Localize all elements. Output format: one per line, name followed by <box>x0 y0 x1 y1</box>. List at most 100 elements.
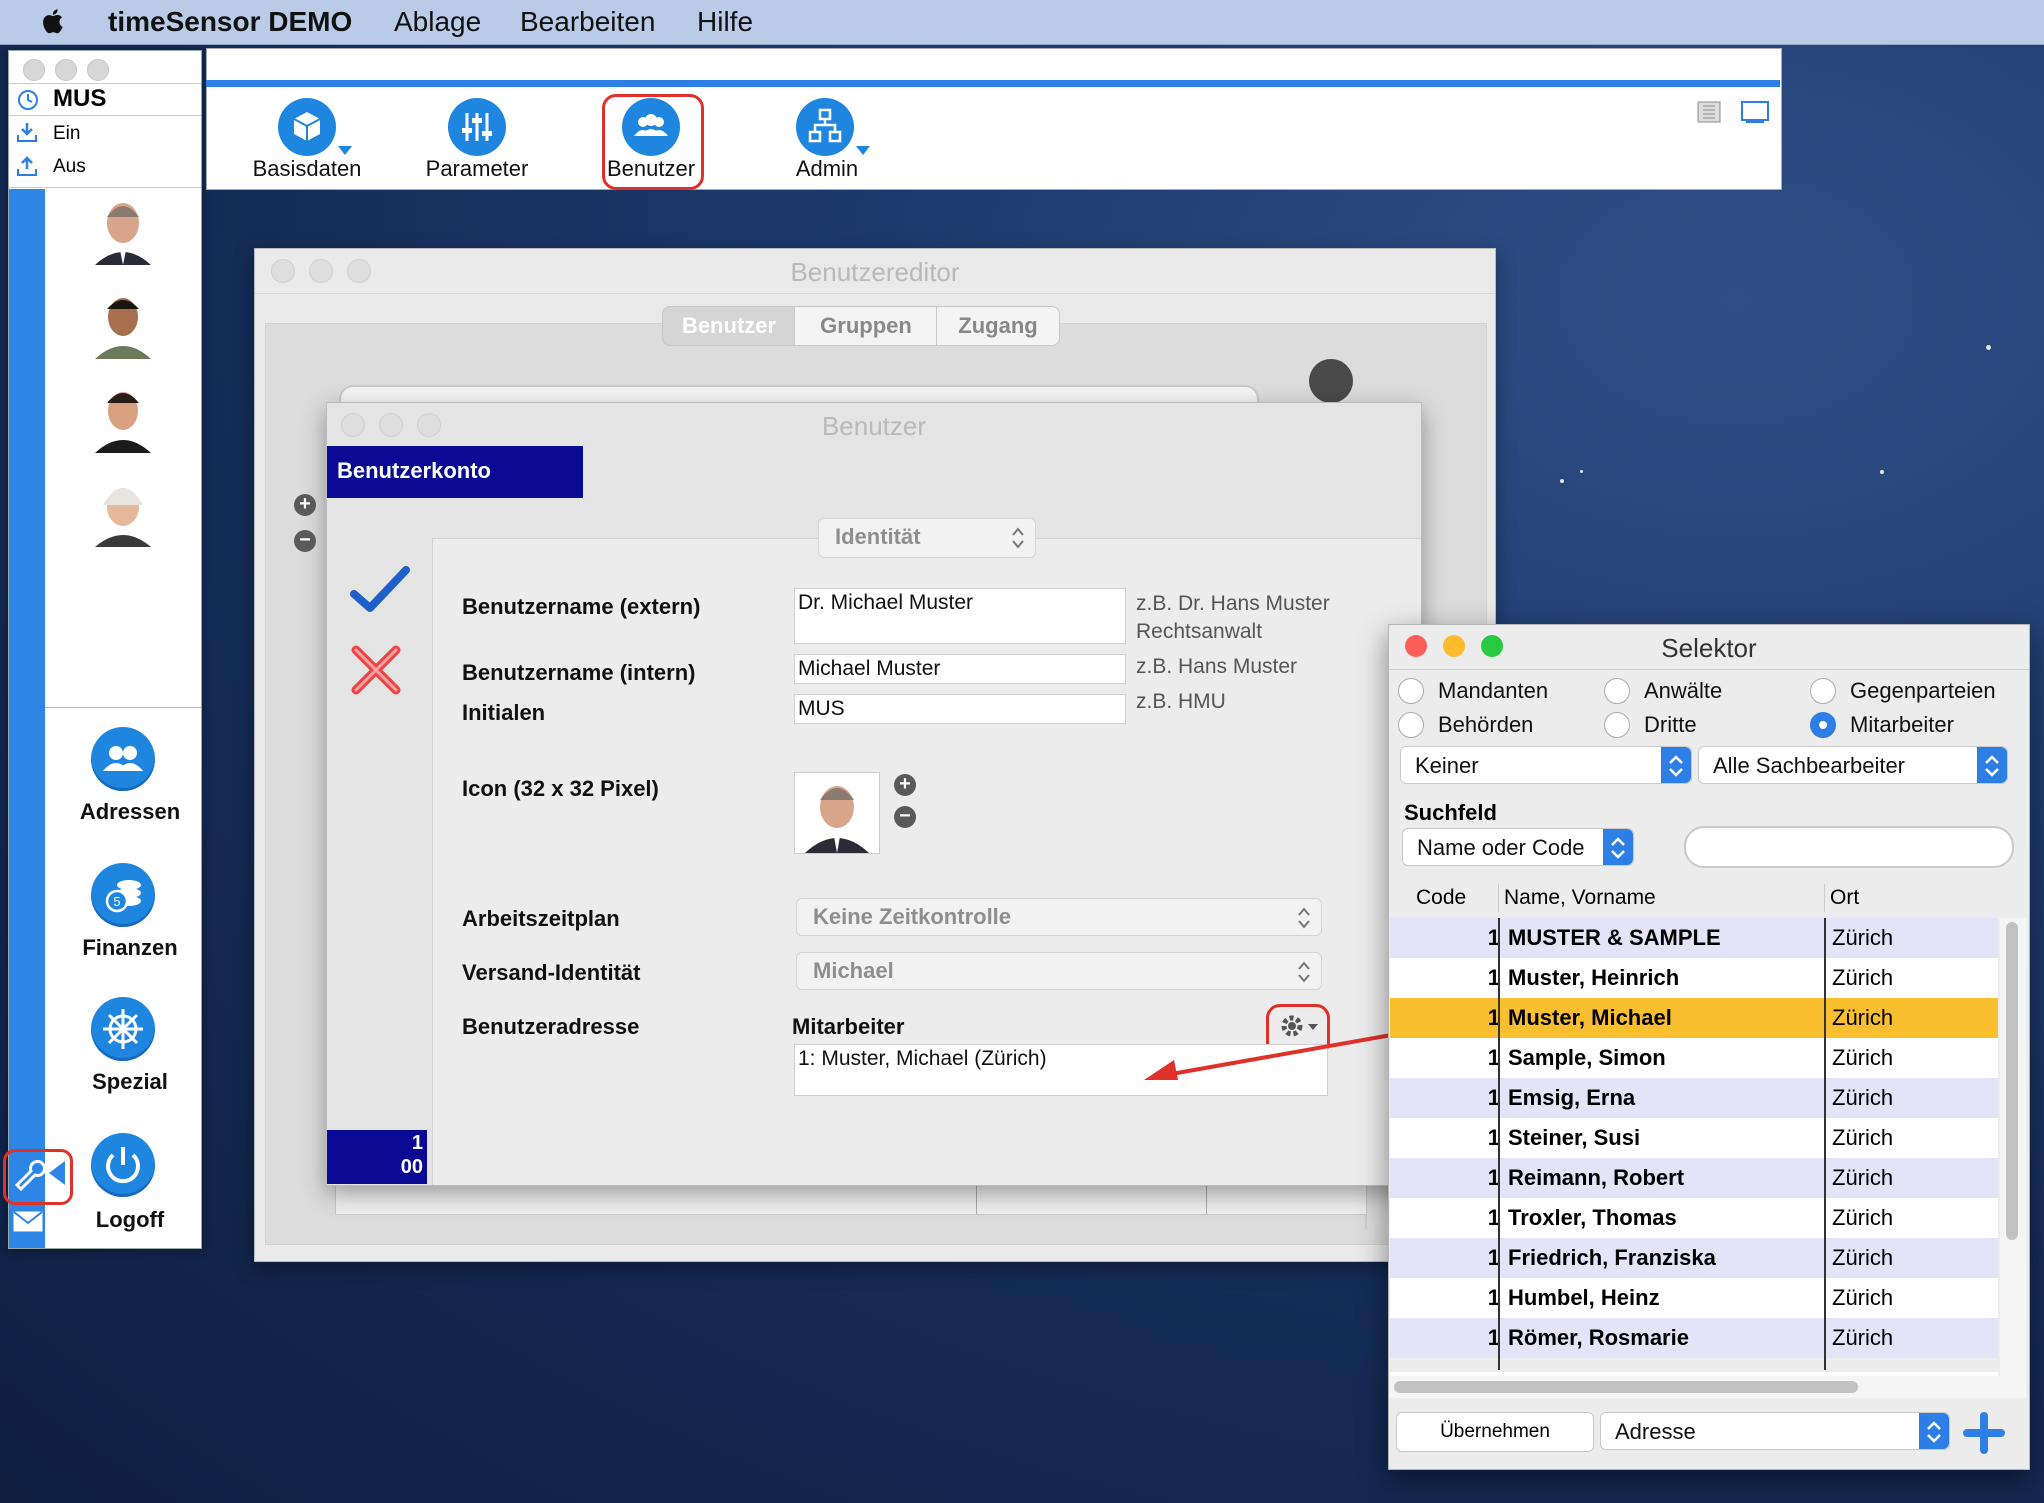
minimize-dot[interactable] <box>55 59 77 81</box>
section-select[interactable]: Identität <box>818 518 1036 558</box>
zoom-dot[interactable] <box>87 59 109 81</box>
radio-behoerden[interactable] <box>1398 712 1424 738</box>
spezial-label[interactable]: Spezial <box>55 1069 205 1095</box>
table-row[interactable]: 1 Steiner, Susi Zürich <box>1390 1118 1998 1158</box>
window-list-icon[interactable] <box>1694 100 1724 124</box>
user-icon-well[interactable] <box>794 772 880 854</box>
radio-mitarbeiter[interactable] <box>1810 712 1836 738</box>
logoff-button[interactable] <box>91 1133 155 1197</box>
search-input[interactable] <box>1684 826 2014 868</box>
logoff-label[interactable]: Logoff <box>55 1207 205 1233</box>
adressen-button[interactable] <box>91 727 155 791</box>
radio-gegenparteien-label[interactable]: Gegenparteien <box>1850 678 1996 704</box>
table-row[interactable]: 1 Humbel, Heinz Zürich <box>1390 1278 1998 1318</box>
plus-icon[interactable] <box>1962 1412 2006 1454</box>
adressen-label[interactable]: Adressen <box>55 799 205 825</box>
arbeitszeit-select[interactable]: Keine Zeitkontrolle <box>796 898 1322 936</box>
filter1-select[interactable]: Keiner <box>1400 746 1692 784</box>
extern-field[interactable]: Dr. Michael Muster <box>794 588 1126 644</box>
radio-behoerden-label[interactable]: Behörden <box>1438 712 1533 738</box>
counter-total: 00 <box>400 1156 423 1178</box>
search-mode-select[interactable]: Name oder Code <box>1402 828 1634 866</box>
aus-label[interactable]: Aus <box>53 156 86 178</box>
dropdown-arrow-icon[interactable] <box>856 146 870 156</box>
user-code: MUS <box>53 85 107 112</box>
app-sidebar: MUS Ein Aus Adressen 5 Finanzen Spezial … <box>3 50 205 1249</box>
checkmark-icon[interactable] <box>350 566 410 614</box>
ein-label[interactable]: Ein <box>53 123 80 145</box>
row-ort: Zürich <box>1832 1165 1894 1190</box>
basisdaten-button[interactable] <box>278 98 336 156</box>
finanzen-label[interactable]: Finanzen <box>55 935 205 961</box>
tab-gruppen[interactable]: Gruppen <box>794 306 938 346</box>
updown-icon <box>1927 1421 1941 1443</box>
admin-button[interactable] <box>796 98 854 156</box>
avatar[interactable] <box>87 475 159 547</box>
filter1-value: Keiner <box>1415 753 1479 778</box>
cancel-x-icon[interactable] <box>350 644 402 696</box>
table-row[interactable]: 1 Römer, Rosmarie Zürich <box>1390 1318 1998 1358</box>
finanzen-button[interactable]: 5 <box>91 863 155 927</box>
vertical-scrollbar[interactable] <box>2000 918 2026 1376</box>
table-row[interactable]: 1 Emsig, Erna Zürich <box>1390 1078 1998 1118</box>
remove-icon[interactable]: − <box>894 806 916 828</box>
dropdown-arrow-icon[interactable] <box>338 146 352 156</box>
table-row[interactable]: 1 Sample, Simon Zürich <box>1390 1038 1998 1078</box>
target-select-value: Adresse <box>1615 1419 1696 1444</box>
apple-icon[interactable] <box>40 7 64 35</box>
radio-mitarbeiter-label[interactable]: Mitarbeiter <box>1850 712 1954 738</box>
basisdaten-label[interactable]: Basisdaten <box>232 156 382 182</box>
col-code[interactable]: Code <box>1416 886 1466 910</box>
parameter-label[interactable]: Parameter <box>402 156 552 182</box>
avatar[interactable] <box>87 287 159 359</box>
table-row[interactable]: 1 Troxler, Thomas Zürich <box>1390 1198 1998 1238</box>
menu-hilfe[interactable]: Hilfe <box>697 6 753 38</box>
horizontal-scrollbar[interactable] <box>1390 1376 2026 1398</box>
login-icon[interactable] <box>15 121 39 143</box>
table-row[interactable]: 1 Muster, Michael Zürich <box>1390 998 1998 1038</box>
avatar[interactable] <box>87 381 159 453</box>
menu-bearbeiten[interactable]: Bearbeiten <box>520 6 655 38</box>
logout-icon[interactable] <box>15 155 39 177</box>
radio-anwaelte-label[interactable]: Anwälte <box>1644 678 1722 704</box>
table-row[interactable]: 1 Friedrich, Franziska Zürich <box>1390 1238 1998 1278</box>
target-select[interactable]: Adresse <box>1600 1412 1950 1450</box>
scroll-thumb[interactable] <box>1394 1381 1858 1393</box>
intern-field[interactable]: Michael Muster <box>794 654 1126 684</box>
avatar[interactable] <box>87 193 159 265</box>
add-icon[interactable]: + <box>894 774 916 796</box>
table-row[interactable]: 1 Reimann, Robert Zürich <box>1390 1158 1998 1198</box>
initialen-field[interactable]: MUS <box>794 694 1126 724</box>
close-dot[interactable] <box>23 59 45 81</box>
add-icon[interactable]: + <box>294 494 316 516</box>
spezial-button[interactable] <box>91 997 155 1061</box>
radio-mandanten-label[interactable]: Mandanten <box>1438 678 1548 704</box>
screen-icon[interactable] <box>1740 100 1770 124</box>
radio-dritte-label[interactable]: Dritte <box>1644 712 1697 738</box>
filter2-select[interactable]: Alle Sachbearbeiter <box>1698 746 2008 784</box>
row-name: Steiner, Susi <box>1508 1125 1641 1150</box>
radio-anwaelte[interactable] <box>1604 678 1630 704</box>
table-row[interactable]: 1 Muster, Heinrich Zürich <box>1390 958 1998 998</box>
admin-label[interactable]: Admin <box>752 156 902 182</box>
tab-benutzer[interactable]: Benutzer <box>662 306 796 346</box>
arbeitszeit-value: Keine Zeitkontrolle <box>813 904 1012 929</box>
radio-dritte[interactable] <box>1604 712 1630 738</box>
col-name[interactable]: Name, Vorname <box>1504 886 1656 910</box>
uebernehmen-button[interactable]: Übernehmen <box>1396 1412 1594 1452</box>
mail-icon[interactable] <box>13 1209 43 1233</box>
remove-icon[interactable]: − <box>294 530 316 552</box>
versand-select[interactable]: Michael <box>796 952 1322 990</box>
radio-mandanten[interactable] <box>1398 678 1424 704</box>
tab-zugang[interactable]: Zugang <box>936 306 1060 346</box>
app-menu-title[interactable]: timeSensor DEMO <box>108 6 352 38</box>
row-code: 1 <box>1487 1165 1500 1190</box>
parameter-button[interactable] <box>448 98 506 156</box>
scroll-thumb[interactable] <box>2006 922 2018 1240</box>
col-ort[interactable]: Ort <box>1830 886 1859 910</box>
menu-ablage[interactable]: Ablage <box>394 6 481 38</box>
table-row[interactable]: 1 MUSTER & SAMPLE Zürich <box>1390 918 1998 958</box>
row-code: 1 <box>1487 925 1500 950</box>
column-divider <box>1498 918 1500 1370</box>
radio-gegenparteien[interactable] <box>1810 678 1836 704</box>
